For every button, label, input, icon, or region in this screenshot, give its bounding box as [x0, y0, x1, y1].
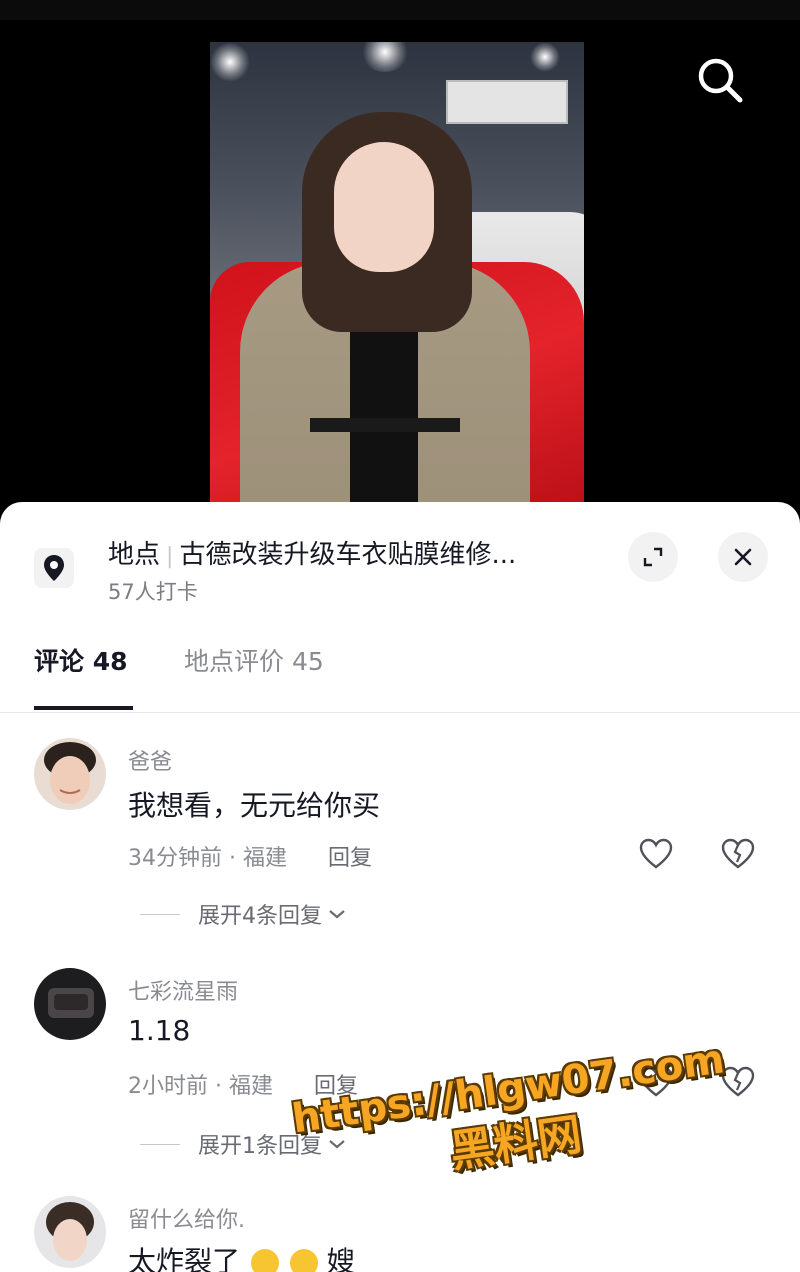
comment-text-tail: 嫂: [326, 1245, 355, 1272]
close-button[interactable]: [718, 532, 768, 582]
comment-text-main: 太炸裂了: [128, 1245, 241, 1272]
comment-username[interactable]: 爸爸: [128, 744, 172, 776]
video-frame: [210, 42, 584, 524]
comment-username[interactable]: 七彩流星雨: [128, 974, 238, 1006]
divider-line: [140, 913, 180, 915]
location-name: 古德改装升级车衣贴膜维修...: [179, 540, 517, 570]
checkin-count: 57人打卡: [108, 580, 198, 604]
location-title[interactable]: 地点 | 古德改装升级车衣贴膜维修...: [108, 534, 516, 571]
laughing-emoji-icon: [250, 1249, 279, 1272]
avatar[interactable]: [34, 738, 106, 810]
search-icon[interactable]: [690, 50, 750, 110]
avatar[interactable]: [34, 968, 106, 1040]
meta-dot: ·: [229, 846, 243, 871]
comment-region: 福建: [229, 1074, 274, 1099]
expand-button[interactable]: [628, 532, 678, 582]
reply-button[interactable]: 回复: [328, 846, 372, 871]
avatar[interactable]: [34, 1196, 106, 1268]
laughing-emoji-icon: [289, 1249, 318, 1272]
comment-meta: 34分钟前 · 福建 回复: [128, 840, 372, 872]
expand-replies-button[interactable]: 展开4条回复: [140, 898, 348, 930]
tab-location-reviews[interactable]: 地点评价 45: [184, 642, 324, 678]
ceiling-light: [530, 42, 560, 72]
meta-dot: ·: [215, 1074, 229, 1099]
comment-text: 1.18: [128, 1014, 191, 1047]
active-tab-indicator: [34, 706, 133, 710]
tab-comments[interactable]: 评论 48: [34, 642, 128, 678]
comment-username[interactable]: 留什么给你.: [128, 1202, 245, 1234]
person-face: [334, 142, 434, 272]
video-player[interactable]: [0, 20, 800, 524]
close-icon: [734, 548, 752, 566]
location-label: 地点: [108, 540, 161, 570]
person-belt: [310, 418, 460, 432]
expand-icon: [643, 547, 663, 567]
ceiling-light: [210, 42, 250, 82]
dislike-icon[interactable]: [718, 834, 758, 874]
status-bar: [0, 0, 800, 20]
comment-region: 福建: [243, 846, 288, 871]
like-icon[interactable]: [636, 834, 676, 874]
garage-sign: [446, 80, 568, 124]
divider-line: [140, 1143, 180, 1145]
comment-text: 太炸裂了 嫂: [128, 1240, 355, 1272]
tab-bar: 评论 48 地点评价 45: [0, 632, 800, 713]
comment-text: 我想看，无元给你买: [128, 789, 381, 822]
comment-time: 34分钟前: [128, 846, 222, 871]
ceiling-light: [360, 42, 410, 72]
expand-replies-label: 展开4条回复: [198, 904, 322, 929]
title-separator: |: [166, 544, 174, 569]
chevron-down-icon: [329, 910, 345, 919]
location-pin-icon: [34, 548, 74, 588]
comment-time: 2小时前: [128, 1074, 208, 1099]
